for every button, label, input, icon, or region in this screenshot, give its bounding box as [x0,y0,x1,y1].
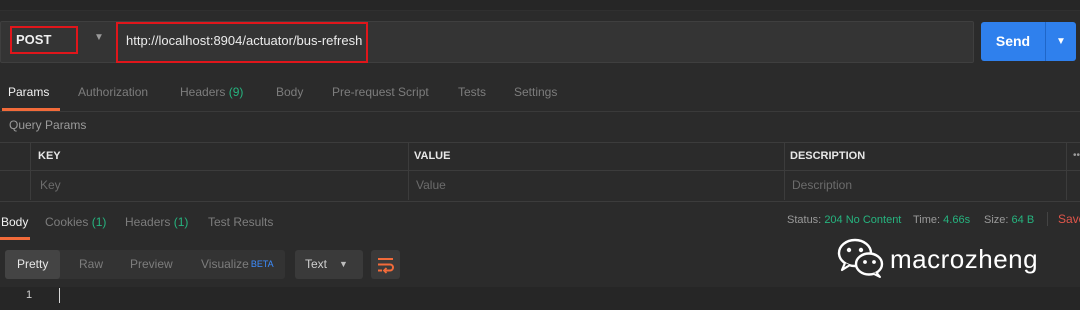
wrap-lines-button[interactable] [371,250,400,279]
format-selected: Text [305,257,328,271]
view-raw-button[interactable]: Raw [79,250,103,279]
value-input[interactable]: Value [416,178,446,192]
response-tab-body[interactable]: Body [1,215,28,229]
time-info: Time: 4.66s [913,214,971,226]
tab-params[interactable]: Params [8,85,49,99]
tab-pre-request-script[interactable]: Pre-request Script [332,85,429,99]
tab-settings[interactable]: Settings [514,85,557,99]
tab-tests[interactable]: Tests [458,85,486,99]
table-row-divider [0,170,1080,171]
response-tab-test-results[interactable]: Test Results [208,215,273,229]
chevron-down-icon[interactable]: ▼ [94,32,104,43]
column-divider [1066,142,1067,200]
column-divider [30,142,31,200]
text-cursor [59,288,60,303]
cookies-count: (1) [91,215,107,229]
query-params-title: Query Params [9,118,87,132]
method-select[interactable]: POST [10,26,78,54]
size-info: Size: 64 B [984,214,1035,226]
status-value: 204 No Content [824,214,902,226]
chevron-down-icon: ▼ [339,259,348,269]
tab-authorization[interactable]: Authorization [78,85,148,99]
column-divider [408,142,409,200]
beta-badge: BETA [250,259,274,269]
watermark-text: macrozheng [890,244,1039,274]
description-input[interactable]: Description [792,178,852,192]
line-number: 1 [26,289,33,301]
format-select[interactable]: Text ▼ [295,250,363,279]
view-visualize-button[interactable]: Visualize BETA [201,250,274,279]
status-info: Status: 204 No Content [787,214,902,226]
response-editor[interactable] [0,287,1080,310]
wrap-lines-icon [378,258,394,274]
response-tab-cookies[interactable]: Cookies (1) [45,215,106,229]
response-tab-headers[interactable]: Headers (1) [125,215,188,229]
time-value: 4.66s [943,214,971,226]
view-preview-button[interactable]: Preview [130,250,173,279]
column-divider [784,142,785,200]
column-header-description: DESCRIPTION [790,150,866,162]
url-input[interactable]: http://localhost:8904/actuator/bus-refre… [116,22,368,63]
send-options-chevron-icon[interactable]: ▼ [1046,22,1076,61]
key-input[interactable]: Key [40,178,61,192]
divider [0,111,1080,112]
top-strip [0,0,1080,11]
wechat-icon [837,238,884,278]
send-button-group: Send ▼ [981,22,1076,61]
tab-headers[interactable]: Headers (9) [180,85,243,99]
headers-count: (9) [228,85,244,99]
active-response-tab-indicator [0,237,30,240]
more-options-icon[interactable]: ••• [1073,150,1080,161]
column-header-value: VALUE [414,150,451,162]
send-button[interactable]: Send [981,22,1045,61]
view-pretty-button[interactable]: Pretty [5,250,61,279]
query-params-table [0,142,1080,202]
tab-body[interactable]: Body [276,85,303,99]
save-response-button[interactable]: Save [1047,212,1080,226]
response-headers-count: (1) [173,215,189,229]
size-value: 64 B [1011,214,1035,226]
column-header-key: KEY [38,150,61,162]
